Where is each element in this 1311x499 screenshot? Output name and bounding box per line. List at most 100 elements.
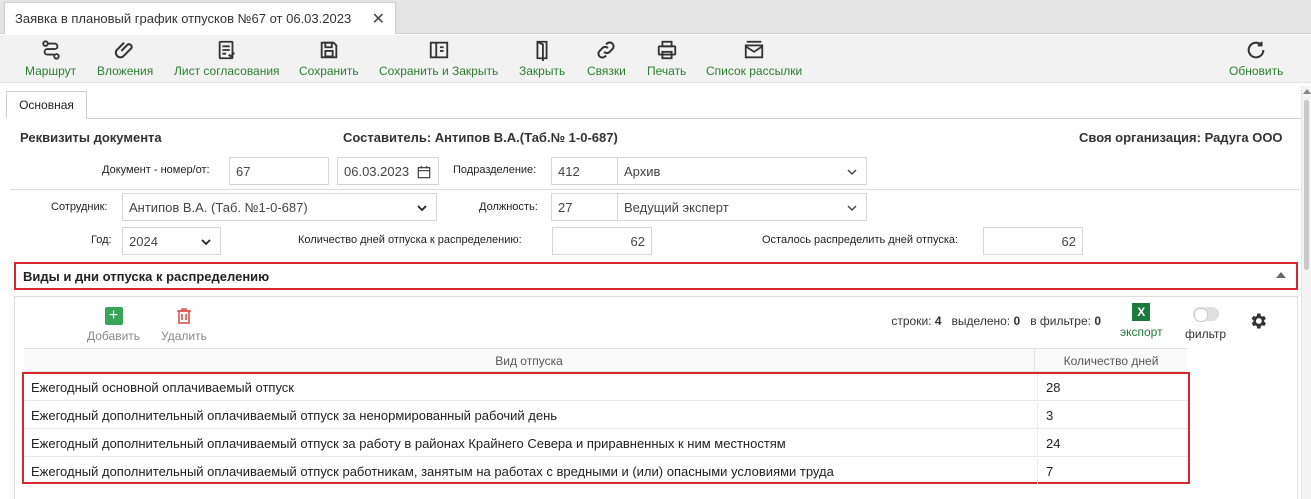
position-select[interactable]: Ведущий эксперт [617,193,867,221]
toolbar: Маршрут Вложения Лист согласования Сохра… [0,35,1311,83]
print-button[interactable]: Печать [647,39,686,78]
position-code-field[interactable]: 27 [551,193,618,221]
col-header-type[interactable]: Вид отпуска [24,349,1035,372]
cell-days: 24 [1037,430,1188,457]
collapse-icon[interactable] [1276,272,1286,278]
printer-icon [657,40,676,60]
cell-type: Ежегодный основной оплачиваемый отпуск [31,380,294,395]
grid-rows: Ежегодный основной оплачиваемый отпуск 2… [22,372,1190,485]
cell-days: 7 [1037,458,1188,485]
refresh-button[interactable]: Обновить [1229,39,1283,78]
employee-select[interactable]: Антипов В.А. (Таб. №1-0-687) [122,193,437,221]
trash-icon [176,308,191,324]
author-text: Составитель: Антипов В.А.(Таб.№ 1-0-687) [343,130,618,145]
year-select[interactable]: 2024 [122,227,221,255]
doc-number-value: 67 [236,163,251,179]
table-row[interactable]: Ежегодный дополнительный оплачиваемый от… [24,430,1188,457]
department-label: Подразделение: [453,164,537,176]
approval-sheet-button[interactable]: Лист согласования [174,39,280,78]
doc-date-value: 06.03.2023 [344,163,410,179]
days-total-value: 62 [630,233,645,249]
scroll-up-icon[interactable] [1303,89,1311,94]
gear-icon[interactable] [1248,311,1268,331]
mailing-list-button[interactable]: Список рассылки [706,39,802,78]
department-code-value: 412 [558,163,580,179]
refresh-label: Обновить [1229,64,1284,78]
position-name-value: Ведущий эксперт [624,199,729,215]
year-value: 2024 [129,233,158,249]
position-code-value: 27 [558,199,573,215]
department-name-value: Архив [624,163,661,179]
close-tab-icon[interactable]: ✕ [372,9,385,29]
selected-count-value: 0 [1013,314,1021,328]
tab-main[interactable]: Основная [6,91,87,119]
save-button[interactable]: Сохранить [299,39,359,78]
doc-number-field[interactable]: 67 [229,157,329,185]
year-label: Год: [91,234,112,246]
links-button[interactable]: Связки [587,39,626,78]
print-label: Печать [647,64,687,78]
attachments-button[interactable]: Вложения [97,39,153,78]
attachments-label: Вложения [97,64,154,78]
section-title: Виды и дни отпуска к распределению [23,268,270,284]
route-label: Маршрут [25,64,77,78]
document-tab[interactable]: Заявка в плановый график отпусков №67 от… [4,2,396,34]
table-row[interactable]: Ежегодный основной оплачиваемый отпуск 2… [24,374,1188,401]
grid-header: Вид отпуска Количество дней [24,348,1187,372]
days-left-value: 62 [1061,233,1076,249]
chevron-down-icon [847,205,857,212]
page-scrollbar[interactable] [1301,86,1311,499]
filter-label: фильтр [1185,327,1227,341]
route-button[interactable]: Маршрут [25,39,76,78]
days-total-field[interactable]: 62 [552,227,652,255]
save-icon [320,41,338,59]
cell-type: Ежегодный дополнительный оплачиваемый от… [31,436,786,451]
cell-days: 3 [1037,402,1188,429]
close-button[interactable]: Закрыть [519,39,565,78]
chevron-down-icon [847,169,857,176]
approval-sheet-icon [218,40,235,60]
doc-date-field[interactable]: 06.03.2023 [337,157,439,185]
position-label: Должность: [479,201,538,213]
export-button[interactable]: X экспорт [1120,303,1163,339]
table-row[interactable]: Ежегодный дополнительный оплачиваемый от… [24,402,1188,429]
refresh-icon [1247,41,1265,59]
rows-count-value: 4 [934,314,942,328]
department-select[interactable]: Архив [617,157,867,185]
save-close-icon [429,41,448,59]
organization-text: Своя организация: Радуга ООО [1079,130,1283,145]
toggle-switch[interactable] [1192,307,1219,322]
document-tabbar: Заявка в плановый график отпусков №67 от… [0,0,1311,34]
save-close-button[interactable]: Сохранить и Закрыть [379,39,498,78]
door-icon [536,40,548,61]
save-label: Сохранить [299,64,359,78]
table-row[interactable]: Ежегодный дополнительный оплачиваемый от… [24,458,1188,485]
export-label: экспорт [1120,325,1163,339]
days-left-field[interactable]: 62 [983,227,1083,255]
save-close-label: Сохранить и Закрыть [379,64,499,78]
add-label: Добавить [87,329,141,343]
delete-label: Удалить [161,329,207,343]
scrollbar-thumb[interactable] [1304,100,1309,270]
department-code-field[interactable]: 412 [551,157,618,185]
calendar-icon[interactable] [417,165,431,179]
mailing-list-label: Список рассылки [706,64,803,78]
excel-icon: X [1132,303,1151,321]
cell-type: Ежегодный дополнительный оплачиваемый от… [31,464,834,479]
delete-button[interactable]: Удалить [161,307,207,343]
employee-label: Сотрудник: [51,201,108,213]
rows-count-label: строки: [891,314,932,328]
mail-list-icon [744,40,764,59]
col-header-days[interactable]: Количество дней [1035,349,1187,372]
link-icon [597,41,615,59]
chevron-down-icon [417,205,427,212]
links-label: Связки [587,64,626,78]
chevron-down-icon [201,239,211,246]
route-icon [41,40,60,60]
employee-value: Антипов В.А. (Таб. №1-0-687) [129,199,308,215]
vacation-types-section-header[interactable]: Виды и дни отпуска к распределению [14,262,1298,290]
doc-number-label: Документ - номер/от: [102,164,210,176]
add-button[interactable]: + Добавить [87,307,140,343]
filter-toggle[interactable]: фильтр [1185,307,1226,341]
grid-stats: строки: 4 выделено: 0 в фильтре: 0 [891,314,1101,328]
